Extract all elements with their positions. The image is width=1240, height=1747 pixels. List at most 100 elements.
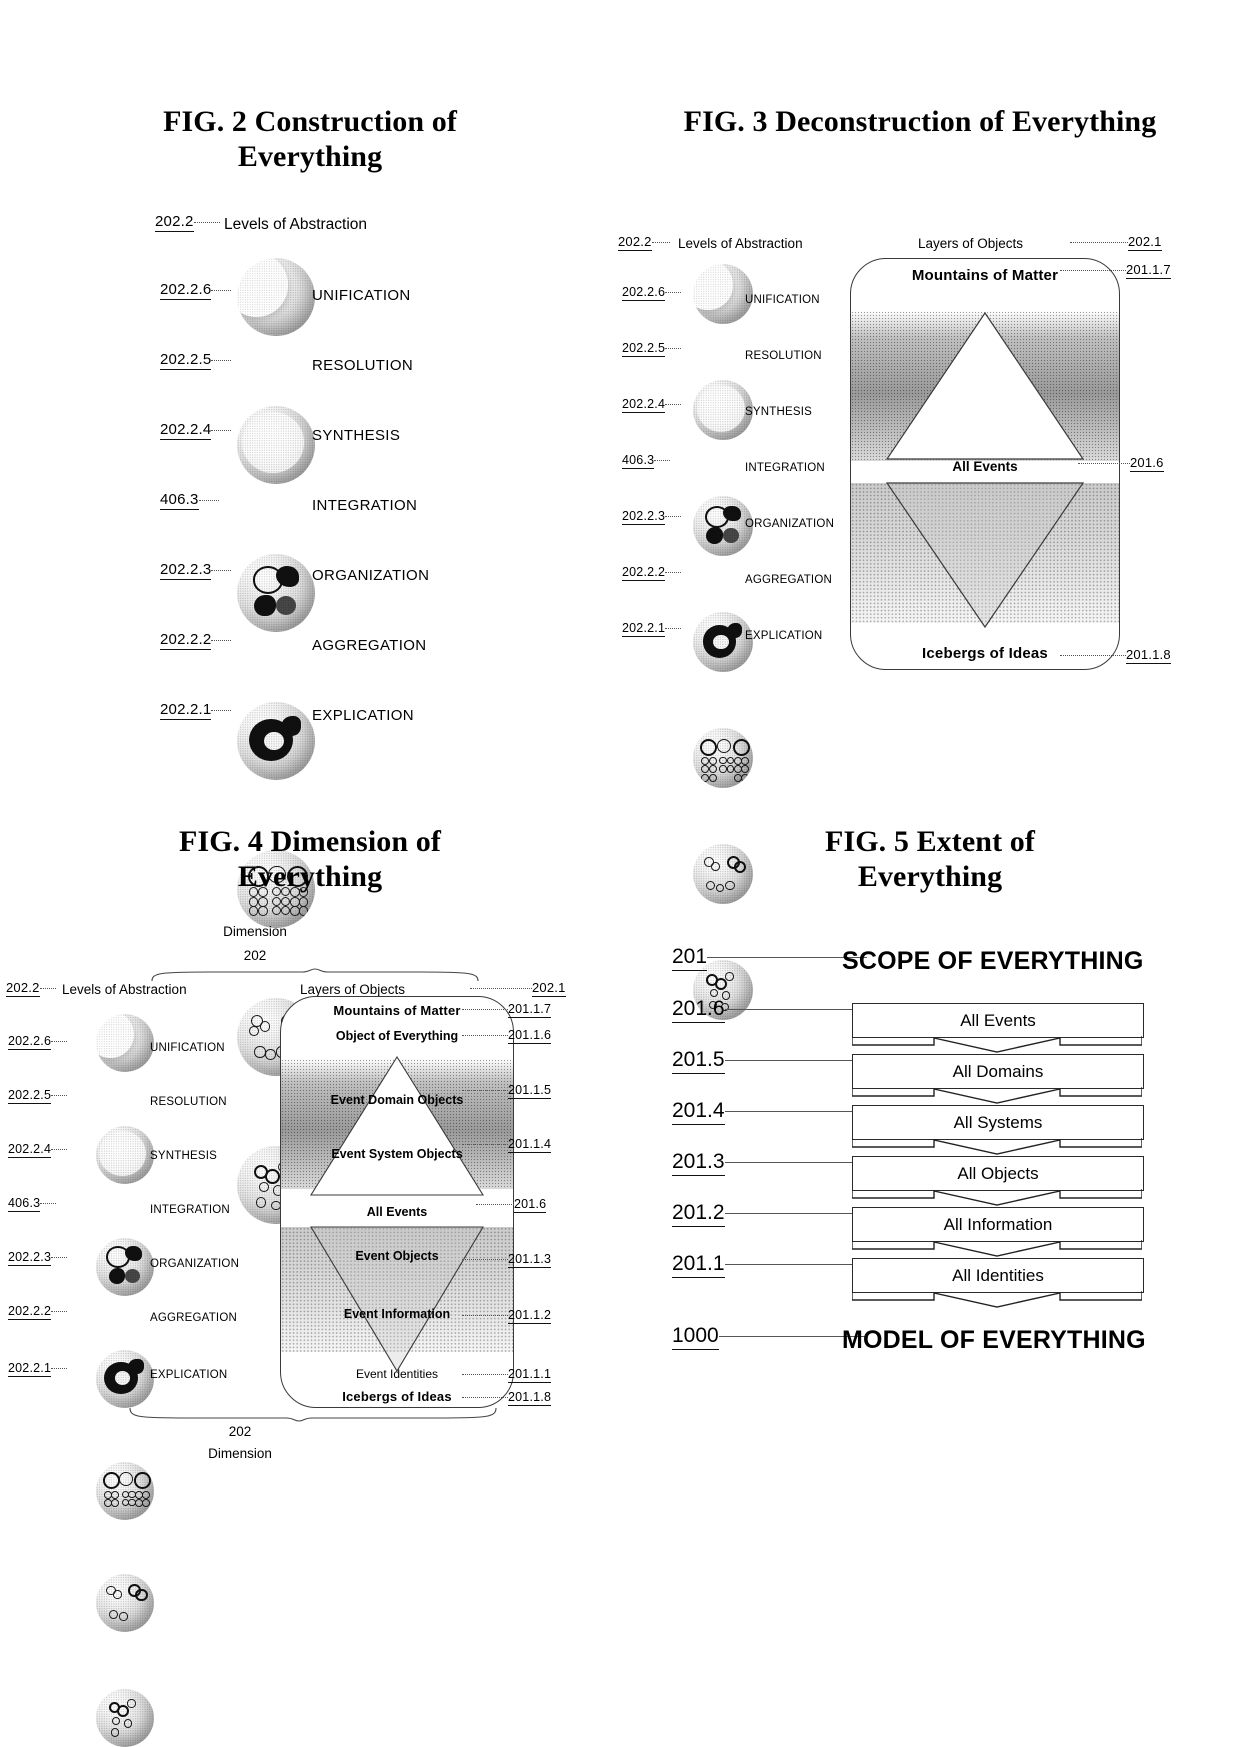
fig2-level-label-6: EXPLICATION bbox=[312, 707, 414, 724]
fig4-sphere-explication bbox=[96, 1689, 154, 1747]
fig4-downward-triangle bbox=[281, 1221, 513, 1381]
fig3-level-ref-0: 202.2.6 bbox=[622, 285, 682, 301]
fig4-level-label-0: UNIFICATION bbox=[150, 1042, 225, 1054]
fig3-level-ref-6: 202.2.1 bbox=[622, 621, 682, 637]
sphere-resolution bbox=[237, 406, 315, 484]
figure-5-title: FIG. 5 Extent of Everything bbox=[825, 825, 1035, 894]
fig3-right-column-ref: 202.1 bbox=[1070, 234, 1162, 251]
fig4-level-label-2: SYNTHESIS bbox=[150, 1150, 217, 1162]
fig2-level-ref-1: 202.2.5 bbox=[160, 351, 232, 370]
fig3-level-label-0: UNIFICATION bbox=[745, 294, 820, 306]
fig3-level-ref-1: 202.2.5 bbox=[622, 341, 682, 357]
fig3-left-column-label: Levels of Abstraction bbox=[678, 236, 803, 251]
fig5-arrow-1 bbox=[851, 1086, 1143, 1105]
fig4-sphere-synthesis bbox=[96, 1238, 154, 1296]
fig3-upward-triangle bbox=[851, 301, 1119, 471]
fig4-dimension-top-ref: 202 bbox=[243, 948, 267, 963]
fig5-arrow-2 bbox=[851, 1137, 1143, 1156]
figure-4-panel: FIG. 4 Dimension of Everything Dimension… bbox=[0, 800, 620, 1747]
fig4-left-column-ref: 202.2 bbox=[6, 980, 56, 997]
fig4-level-label-4: ORGANIZATION bbox=[150, 1258, 240, 1270]
fig5-arrow-3 bbox=[851, 1188, 1143, 1207]
fig2-level-ref-0: 202.2.6 bbox=[160, 281, 232, 300]
fig3-ref-mountains: 201.1.7 bbox=[1060, 262, 1171, 279]
fig4-dimension-bottom-ref: 202 bbox=[228, 1424, 252, 1439]
fig4-ref-4: 201.6 bbox=[476, 1197, 547, 1213]
fig4-level-label-5: AGGREGATION bbox=[150, 1312, 237, 1324]
fig3-sphere-organization bbox=[693, 728, 753, 788]
fig5-arrow-0 bbox=[851, 1035, 1143, 1054]
figure-5-panel: FIG. 5 Extent of Everything 201 SCOPE OF… bbox=[620, 800, 1240, 1592]
fig3-level-label-6: EXPLICATION bbox=[745, 630, 823, 642]
fig2-level-label-0: UNIFICATION bbox=[312, 287, 411, 304]
fig3-level-label-2: SYNTHESIS bbox=[745, 406, 812, 418]
fig5-row-ref-4: 201.2 bbox=[672, 1201, 867, 1227]
fig4-level-ref-4: 202.2.3 bbox=[8, 1250, 68, 1266]
fig5-row-ref-2: 201.4 bbox=[672, 1099, 867, 1125]
sphere-synthesis bbox=[237, 554, 315, 632]
fig4-sphere-integration bbox=[96, 1350, 154, 1408]
fig3-sphere-synthesis bbox=[693, 496, 753, 556]
fig2-level-ref-6: 202.2.1 bbox=[160, 701, 232, 720]
fig3-left-column-ref: 202.2 bbox=[618, 234, 670, 251]
figure-3-title: FIG. 3 Deconstruction of Everything bbox=[683, 105, 1157, 138]
fig4-ref-1: 201.1.6 bbox=[462, 1028, 552, 1044]
fig4-sphere-resolution bbox=[96, 1126, 154, 1184]
fig3-level-ref-2: 202.2.4 bbox=[622, 397, 682, 413]
fig2-level-ref-5: 202.2.2 bbox=[160, 631, 232, 650]
fig4-sphere-unification bbox=[96, 1014, 154, 1072]
fig4-ref-3: 201.1.4 bbox=[462, 1137, 552, 1153]
figure-2-panel: FIG. 2 Construction of Everything 202.2 … bbox=[0, 0, 620, 1224]
fig4-ref-0: 201.1.7 bbox=[462, 1002, 552, 1018]
fig5-scope-label: SCOPE OF EVERYTHING bbox=[842, 947, 1144, 975]
fig4-level-ref-2: 202.2.4 bbox=[8, 1142, 68, 1158]
fig3-level-label-3: INTEGRATION bbox=[745, 462, 825, 474]
fig5-box-all-information: All Information bbox=[852, 1207, 1144, 1242]
fig5-model-label: MODEL OF EVERYTHING bbox=[842, 1326, 1146, 1354]
fig5-arrow-5 bbox=[851, 1290, 1143, 1309]
fig3-level-label-4: ORGANIZATION bbox=[745, 518, 835, 530]
fig4-upward-triangle bbox=[281, 1049, 513, 1204]
fig3-sphere-integration bbox=[693, 612, 753, 672]
fig3-ref-icebergs: 201.1.8 bbox=[1060, 647, 1171, 664]
fig4-sphere-aggregation bbox=[96, 1574, 154, 1632]
fig5-box-all-systems: All Systems bbox=[852, 1105, 1144, 1140]
fig2-level-ref-4: 202.2.3 bbox=[160, 561, 232, 580]
fig5-box-all-identities: All Identities bbox=[852, 1258, 1144, 1293]
fig4-level-label-3: INTEGRATION bbox=[150, 1204, 230, 1216]
fig2-level-label-5: AGGREGATION bbox=[312, 637, 427, 654]
fig5-box-all-objects: All Objects bbox=[852, 1156, 1144, 1191]
fig2-level-label-3: INTEGRATION bbox=[312, 497, 418, 514]
fig4-ref-7: 201.1.1 bbox=[462, 1367, 552, 1383]
fig5-row-ref-5: 201.1 bbox=[672, 1252, 867, 1278]
sphere-unification bbox=[237, 258, 315, 336]
fig5-row-ref-0: 201.6 bbox=[672, 997, 867, 1023]
fig5-row-ref-3: 201.3 bbox=[672, 1150, 867, 1176]
fig3-sphere-resolution bbox=[693, 380, 753, 440]
figure-3-panel: FIG. 3 Deconstruction of Everything 202.… bbox=[600, 0, 1240, 1020]
fig4-dimension-top-label: Dimension bbox=[223, 924, 287, 939]
fig4-left-column-label: Levels of Abstraction bbox=[62, 982, 187, 997]
fig2-column-ref: 202.2 bbox=[155, 213, 220, 232]
fig4-level-ref-1: 202.2.5 bbox=[8, 1088, 68, 1104]
fig4-ref-6: 201.1.2 bbox=[462, 1308, 552, 1324]
fig4-right-column-ref: 202.1 bbox=[470, 980, 566, 997]
fig4-ref-8: 201.1.8 bbox=[462, 1390, 552, 1406]
fig5-arrow-4 bbox=[851, 1239, 1143, 1258]
fig3-ref-all-events: 201.6 bbox=[1078, 455, 1164, 472]
patent-figure-sheet: FIG. 2 Construction of Everything 202.2 … bbox=[0, 0, 1240, 1747]
fig4-level-ref-3: 406.3 bbox=[8, 1196, 57, 1212]
fig2-level-label-2: SYNTHESIS bbox=[312, 427, 401, 444]
fig2-level-ref-3: 406.3 bbox=[160, 491, 219, 510]
fig5-scope-ref: 201 bbox=[672, 945, 868, 971]
fig2-level-ref-2: 202.2.4 bbox=[160, 421, 232, 440]
fig3-level-label-5: AGGREGATION bbox=[745, 574, 832, 586]
fig5-box-all-domains: All Domains bbox=[852, 1054, 1144, 1089]
fig4-ref-5: 201.1.3 bbox=[462, 1252, 552, 1268]
figure-2-title: FIG. 2 Construction of Everything bbox=[163, 105, 457, 174]
fig4-sphere-organization bbox=[96, 1462, 154, 1520]
fig4-level-label-6: EXPLICATION bbox=[150, 1369, 228, 1381]
fig3-level-ref-5: 202.2.2 bbox=[622, 565, 682, 581]
fig4-bottom-brace bbox=[128, 1406, 498, 1422]
fig3-level-label-1: RESOLUTION bbox=[745, 350, 822, 362]
